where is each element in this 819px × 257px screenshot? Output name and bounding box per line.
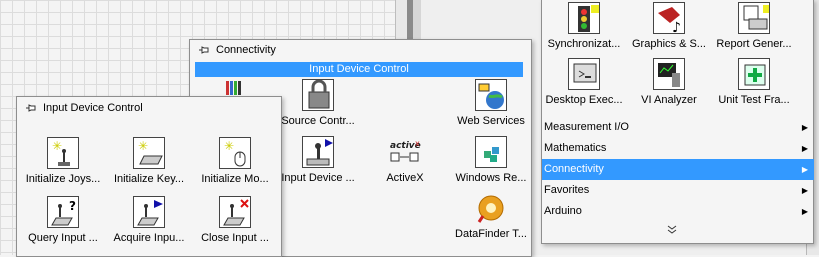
palette-item-initialize-keyboard[interactable]: ✳ Initialize Key... [106,137,192,185]
palette-item-label: Initialize Mo... [201,173,269,185]
desktop-execution-icon [568,58,600,90]
web-services-icon [475,79,507,111]
query-input-icon: ? [47,196,79,228]
functions-palette: Synchronizat... ♪ Graphics & S... Report… [541,0,814,244]
svg-text:?: ? [69,199,76,213]
palette-item-label: Initialize Joys... [25,173,101,185]
close-input-icon [219,196,251,228]
acquire-input-icon [133,196,165,228]
palette-item-unit-test[interactable]: Unit Test Fra... [712,58,796,106]
chevron-right-icon: ▶ [801,186,808,195]
svg-text:x: x [415,139,420,148]
palette-item-initialize-mouse[interactable]: ✳ Initialize Mo... [192,137,278,185]
palette-title: Connectivity [216,44,276,56]
library-icon [222,79,250,97]
chevron-right-icon: ▶ [801,165,808,174]
category-connectivity[interactable]: Connectivity ▶ [542,159,814,180]
palette-title-bar[interactable]: Connectivity [190,40,531,60]
unit-test-icon [738,58,770,90]
windows-registry-icon [475,136,507,168]
palette-subtitle-highlight: Input Device Control [195,62,523,77]
thumbtack-icon[interactable] [25,102,37,114]
palette-item-query-input[interactable]: ? Query Input ... [20,196,106,244]
palette-title-bar[interactable]: Input Device Control [17,97,281,119]
mouse-init-icon: ✳ [219,137,251,169]
category-arduino[interactable]: Arduino ▶ [542,201,814,222]
palette-item-acquire-input[interactable]: Acquire Inpu... [106,196,192,244]
more-categories-icon[interactable] [666,225,678,238]
svg-text:✳: ✳ [52,139,62,153]
palette-item-synchronization[interactable]: Synchronizat... [542,2,626,50]
source-control-icon [302,79,334,111]
palette-item-label: Report Gener... [716,38,792,50]
palette-item-label: Graphics & S... [632,38,706,50]
category-favorites[interactable]: Favorites ▶ [542,180,814,201]
category-mathematics[interactable]: Mathematics ▶ [542,138,814,159]
palette-item-graphics-sound[interactable]: ♪ Graphics & S... [627,2,711,50]
palette-title: Input Device Control [43,102,143,114]
palette-item-web-services[interactable]: Web Services [448,79,534,127]
palette-item-label: Web Services [457,115,525,127]
chevron-right-icon: ▶ [801,144,808,153]
input-device-control-palette: Input Device Control ✳ Initialize Joys..… [16,96,282,257]
palette-item-report-generation[interactable]: Report Gener... [712,2,796,50]
svg-text:♪: ♪ [672,20,681,35]
keyboard-init-icon: ✳ [133,137,165,169]
palette-item-close-input[interactable]: Close Input ... [192,196,278,244]
palette-item-windows-registry[interactable]: Windows Re... [448,136,534,184]
palette-item-label: Close Input ... [201,232,269,244]
palette-item-label: Windows Re... [455,172,527,184]
svg-text:✳: ✳ [138,139,148,153]
palette-item-desktop-execution[interactable]: Desktop Exec... [542,58,626,106]
palette-item-label: Initialize Key... [113,173,185,185]
thumbtack-icon[interactable] [198,44,210,56]
chevron-right-icon: ▶ [801,207,808,216]
palette-item-vi-analyzer[interactable]: VI Analyzer [627,58,711,106]
palette-item-datafinder[interactable]: DataFinder T... [448,192,534,240]
palette-item-label: Desktop Exec... [545,94,623,106]
palette-item-label: Unit Test Fra... [718,94,790,106]
joystick-init-icon: ✳ [47,137,79,169]
traffic-light-icon [568,2,600,34]
palette-item-label: Input Device ... [281,172,355,184]
microscope-icon [653,58,685,90]
svg-text:✳: ✳ [224,139,234,153]
palette-item-label: Query Input ... [28,232,98,244]
datafinder-icon [475,192,507,224]
input-device-icon [302,136,334,168]
palette-item-initialize-joystick[interactable]: ✳ Initialize Joys... [20,137,106,185]
palette-item-label: VI Analyzer [641,94,697,106]
palette-item-label: Acquire Inpu... [113,232,185,244]
category-measurement-io[interactable]: Measurement I/O ▶ [542,117,814,138]
report-printer-icon [738,2,770,34]
palette-item-activex[interactable]: active x ActiveX [362,136,448,184]
activex-icon: active x [389,136,421,168]
palette-item-input-device-control[interactable]: Input Device ... [275,136,361,184]
palette-item-label: Source Contr... [281,115,355,127]
palette-item-source-control[interactable]: Source Contr... [275,79,361,127]
palette-item-label: DataFinder T... [455,228,527,240]
palette-item-label: ActiveX [386,172,424,184]
graphics-sound-icon: ♪ [653,2,685,35]
chevron-right-icon: ▶ [801,123,808,132]
palette-item-label: Synchronizat... [547,38,621,50]
